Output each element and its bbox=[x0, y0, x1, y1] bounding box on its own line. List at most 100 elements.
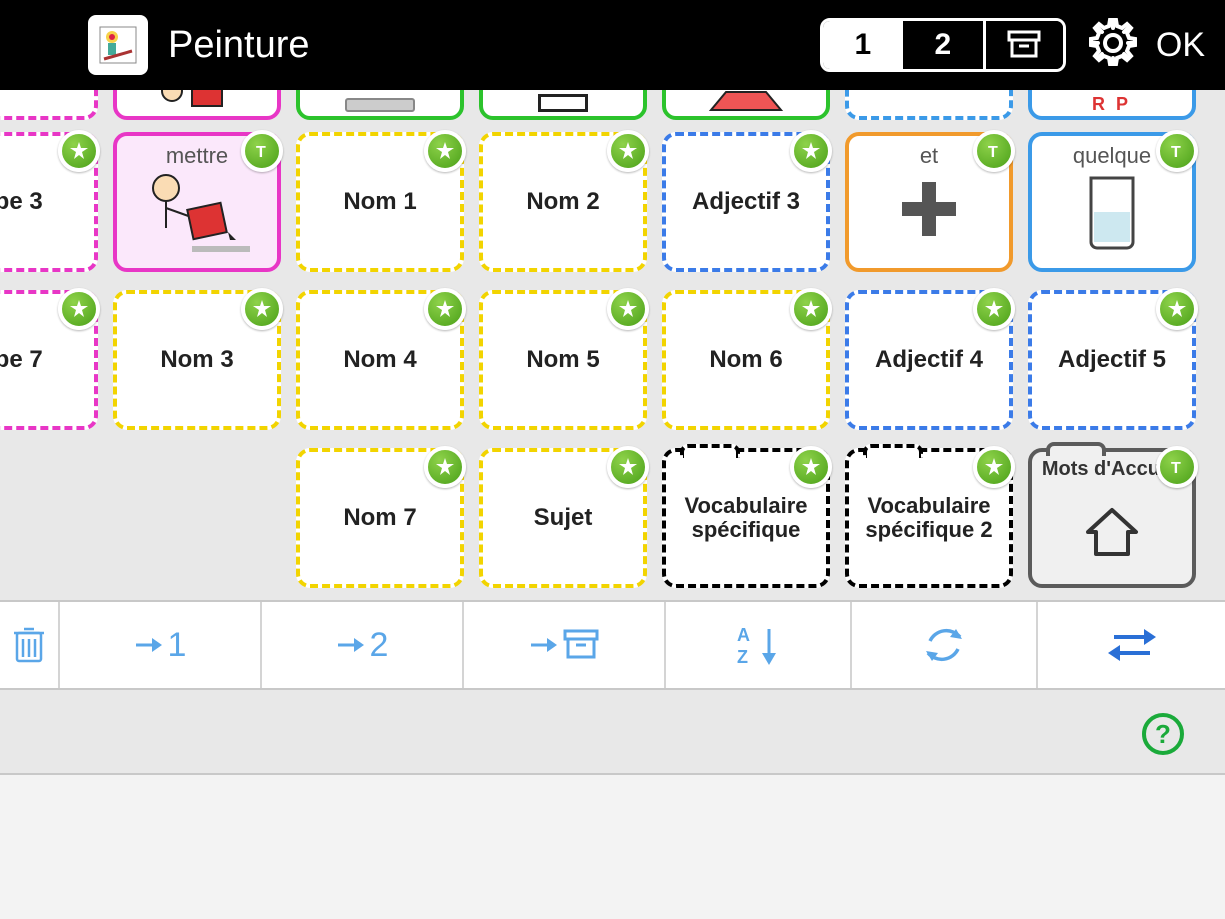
svg-text:R: R bbox=[1092, 94, 1105, 114]
cell-label: Adjectif 4 bbox=[869, 347, 989, 373]
cell-mettre[interactable]: mettre T bbox=[113, 132, 281, 272]
cell-label: Nom 1 bbox=[337, 189, 422, 215]
star-badge-icon bbox=[424, 130, 466, 172]
header-bar: Peinture 1 2 OK bbox=[0, 0, 1225, 90]
refresh-button[interactable] bbox=[852, 602, 1038, 688]
star-badge-icon bbox=[790, 130, 832, 172]
bottom-toolbar: 1 2 A Z bbox=[0, 600, 1225, 690]
svg-text:T: T bbox=[1171, 144, 1181, 161]
cell-vocab2[interactable]: Vocabulaire spécifique 2 bbox=[845, 448, 1013, 588]
cell-partial-top-4[interactable] bbox=[662, 90, 830, 120]
star-badge-icon bbox=[424, 288, 466, 330]
label: 1 bbox=[168, 626, 187, 665]
cell-label: Vocabulaire spécifique bbox=[666, 494, 826, 542]
t-badge-icon: T bbox=[973, 130, 1015, 172]
cell-quelque[interactable]: quelque T bbox=[1028, 132, 1196, 272]
move-to-archive-button[interactable] bbox=[464, 602, 666, 688]
move-to-page-1-button[interactable]: 1 bbox=[60, 602, 262, 688]
page-1-button[interactable]: 1 bbox=[823, 21, 903, 69]
cell-mots-accueil[interactable]: Mots d'Accueil T bbox=[1028, 448, 1196, 588]
cell-vocab1[interactable]: Vocabulaire spécifique bbox=[662, 448, 830, 588]
page-2-button[interactable]: 2 bbox=[903, 21, 983, 69]
cell-adj4[interactable]: Adjectif 4 bbox=[845, 290, 1013, 430]
cell-sujet[interactable]: Sujet bbox=[479, 448, 647, 588]
page-toggle: 1 2 bbox=[820, 18, 1066, 72]
svg-text:T: T bbox=[988, 144, 998, 161]
cell-verbe7[interactable]: rbe 7 bbox=[0, 290, 98, 430]
star-badge-icon bbox=[241, 288, 283, 330]
folder-tab-icon bbox=[863, 444, 923, 458]
cell-partial-top-3[interactable] bbox=[479, 90, 647, 120]
cell-nom2[interactable]: Nom 2 bbox=[479, 132, 647, 272]
cell-label: quelque bbox=[1067, 144, 1157, 168]
cell-partial-top-1[interactable] bbox=[113, 90, 281, 120]
cell-label: rbe 7 bbox=[0, 347, 49, 373]
t-badge-icon: T bbox=[1156, 446, 1198, 488]
star-badge-icon bbox=[58, 288, 100, 330]
star-badge-icon bbox=[790, 288, 832, 330]
cell-nom7[interactable]: Nom 7 bbox=[296, 448, 464, 588]
home-icon bbox=[1082, 504, 1142, 560]
t-badge-icon: T bbox=[1156, 130, 1198, 172]
svg-text:?: ? bbox=[1155, 719, 1171, 749]
cell-adj5[interactable]: Adjectif 5 bbox=[1028, 290, 1196, 430]
page-title: Peinture bbox=[168, 24, 310, 67]
star-badge-icon bbox=[58, 130, 100, 172]
cell-partial-top-2[interactable] bbox=[296, 90, 464, 120]
cell-label: Nom 3 bbox=[154, 347, 239, 373]
move-to-page-2-button[interactable]: 2 bbox=[262, 602, 464, 688]
svg-text:T: T bbox=[1171, 460, 1181, 477]
grid-area: RP rbe 3 mettre T Nom 1 Nom 2 Adjectif 3… bbox=[0, 90, 1225, 600]
cell-nom6[interactable]: Nom 6 bbox=[662, 290, 830, 430]
star-badge-icon bbox=[1156, 288, 1198, 330]
ok-button[interactable]: OK bbox=[1156, 26, 1205, 65]
settings-button[interactable] bbox=[1088, 18, 1138, 73]
cell-label: mettre bbox=[160, 144, 234, 168]
trash-button[interactable] bbox=[0, 602, 60, 688]
cell-nom1[interactable]: Nom 1 bbox=[296, 132, 464, 272]
svg-text:Z: Z bbox=[737, 647, 748, 667]
cell-label: rbe 3 bbox=[0, 189, 49, 215]
sort-az-button[interactable]: A Z bbox=[666, 602, 852, 688]
cell-partial-top-0[interactable] bbox=[0, 90, 98, 120]
t-badge-icon: T bbox=[241, 130, 283, 172]
cell-label: et bbox=[914, 144, 944, 168]
cell-label: Nom 5 bbox=[520, 347, 605, 373]
star-badge-icon bbox=[607, 446, 649, 488]
cell-label: Adjectif 3 bbox=[686, 189, 806, 215]
header-controls: 1 2 OK bbox=[820, 18, 1205, 73]
cell-partial-top-6[interactable]: RP bbox=[1028, 90, 1196, 120]
cell-label: Nom 2 bbox=[520, 189, 605, 215]
app-icon bbox=[88, 15, 148, 75]
cell-label: Nom 7 bbox=[337, 505, 422, 531]
svg-text:A: A bbox=[737, 625, 750, 645]
star-badge-icon bbox=[424, 446, 466, 488]
star-badge-icon bbox=[607, 130, 649, 172]
cell-label: Nom 6 bbox=[703, 347, 788, 373]
footer-area: ? bbox=[0, 690, 1225, 775]
cell-label: Sujet bbox=[528, 505, 599, 531]
folder-tab-icon bbox=[680, 444, 740, 458]
archive-button[interactable] bbox=[983, 21, 1063, 69]
star-badge-icon bbox=[973, 446, 1015, 488]
svg-text:P: P bbox=[1116, 94, 1128, 114]
cell-label: Adjectif 5 bbox=[1052, 347, 1172, 373]
cell-nom4[interactable]: Nom 4 bbox=[296, 290, 464, 430]
cell-nom5[interactable]: Nom 5 bbox=[479, 290, 647, 430]
cell-partial-top-5[interactable] bbox=[845, 90, 1013, 120]
help-button[interactable]: ? bbox=[1141, 712, 1185, 761]
cell-label: Vocabulaire spécifique 2 bbox=[849, 494, 1009, 542]
star-badge-icon bbox=[607, 288, 649, 330]
footer-blank bbox=[0, 775, 1225, 919]
cell-nom3[interactable]: Nom 3 bbox=[113, 290, 281, 430]
cell-adj3[interactable]: Adjectif 3 bbox=[662, 132, 830, 272]
cell-label: Nom 4 bbox=[337, 347, 422, 373]
star-badge-icon bbox=[973, 288, 1015, 330]
svg-text:T: T bbox=[256, 144, 266, 161]
star-badge-icon bbox=[790, 446, 832, 488]
label: 2 bbox=[370, 626, 389, 665]
folder-tab-icon bbox=[1046, 442, 1106, 456]
swap-button[interactable] bbox=[1038, 602, 1225, 688]
cell-et[interactable]: et T bbox=[845, 132, 1013, 272]
cell-verbe3[interactable]: rbe 3 bbox=[0, 132, 98, 272]
